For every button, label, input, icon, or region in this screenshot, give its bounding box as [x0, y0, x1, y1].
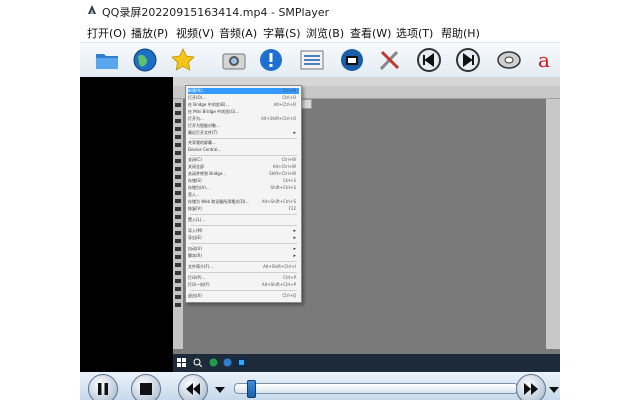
ps-menu-item: 存储(S) Ctrl+S — [188, 178, 296, 183]
windows-start-icon — [177, 358, 186, 367]
toolbar: a — [80, 43, 560, 77]
app-icon — [88, 5, 96, 14]
star-icon[interactable] — [170, 47, 196, 73]
camera-icon[interactable] — [221, 47, 247, 73]
ps-menu-item: 新建(N)... Ctrl+N — [188, 88, 299, 94]
rewind-icon — [186, 383, 200, 395]
ps-menu-item: 打印(P)... Ctrl+P — [188, 275, 296, 280]
disc-icon[interactable] — [496, 47, 522, 73]
ps-menu-item: 关闭全部 Alt+Ctrl+W — [188, 164, 296, 169]
playlist-icon[interactable] — [299, 47, 325, 73]
seek-bar[interactable] — [234, 383, 518, 394]
ps-menu-item: 文件简介(F)... Alt+Shift+Ctrl+I — [188, 264, 296, 269]
info-icon[interactable] — [258, 47, 284, 73]
rewind-button[interactable] — [178, 374, 208, 400]
film-icon[interactable] — [339, 47, 365, 73]
stop-button[interactable] — [131, 374, 161, 400]
menu-browse[interactable]: 浏览(B) — [306, 25, 344, 41]
tools-icon[interactable] — [377, 47, 403, 73]
ps-menu-item: 存储为 Web 和设备所用格式(D)... Alt+Shift+Ctrl+S — [188, 199, 296, 204]
forward-button[interactable] — [516, 374, 546, 400]
stop-icon — [140, 383, 152, 395]
smplayer-window: QQ录屏20220915163414.mp4 - SMPlayer 打开(O) … — [80, 0, 560, 400]
menu-options[interactable]: 选项(T) — [396, 25, 433, 41]
browser-icon — [209, 358, 218, 367]
next-icon[interactable] — [455, 47, 481, 73]
search-icon — [193, 358, 202, 367]
ps-panel-strip — [546, 99, 560, 349]
globe-icon[interactable] — [132, 47, 158, 73]
ps-menu-item: 自动(U) ▸ — [188, 246, 296, 252]
ps-menu-item: 置入(L)... — [188, 217, 206, 222]
pause-icon — [98, 383, 108, 395]
ps-menu-item: 打开为... Alt+Shift+Ctrl+O — [188, 116, 296, 121]
forward-icon — [524, 383, 538, 395]
ps-menu-item: 打开为智能对象... — [188, 123, 220, 128]
video-area[interactable]: 新建(N)... Ctrl+N 打开(O)... Ctrl+O 在 Bridge 中… — [80, 77, 560, 372]
ps-menu-item: 最近打开文件(T) ▸ — [188, 130, 296, 136]
menu-audio[interactable]: 音频(A) — [219, 25, 257, 41]
ps-menu-item: 关闭并转到 Bridge... Shift+Ctrl+W — [188, 171, 296, 176]
ps-taskbar — [173, 354, 560, 372]
video-frame: 新建(N)... Ctrl+N 打开(O)... Ctrl+O 在 Bridge 中… — [173, 77, 560, 372]
menu-video[interactable]: 视频(V) — [176, 25, 214, 41]
ps-menu-item: 共享我的屏幕... — [188, 140, 216, 145]
menu-subtitles[interactable]: 字幕(S) — [263, 25, 301, 41]
ps-toolbox — [173, 99, 183, 349]
ps-menu-item: 打印一份(Y) Alt+Shift+Ctrl+P — [188, 282, 296, 287]
menu-bar: 打开(O) 播放(P) 视频(V) 音频(A) 字幕(S) 浏览(B) 查看(W… — [80, 22, 560, 43]
ps-menu-item: Device Central... — [188, 147, 222, 152]
menu-help[interactable]: 帮助(H) — [441, 25, 480, 41]
ps-menu-item: 恢复(V) F12 — [188, 206, 296, 211]
title-bar: QQ录屏20220915163414.mp4 - SMPlayer — [80, 0, 560, 22]
ps-menu-item: 关闭(C) Ctrl+W — [188, 157, 296, 162]
ps-menu-item: 导入(M) ▸ — [188, 228, 296, 234]
ps-menu-item: 脚本(R) ▸ — [188, 253, 296, 259]
seek-handle[interactable] — [247, 380, 256, 398]
ps-menu-item: 退出(X) Ctrl+Q — [188, 293, 296, 298]
pause-button[interactable] — [88, 374, 118, 400]
menu-open[interactable]: 打开(O) — [87, 25, 126, 41]
ps-menu-item: 存储为(A)... Shift+Ctrl+S — [188, 185, 296, 190]
menu-view[interactable]: 查看(W) — [350, 25, 391, 41]
svg-text:a: a — [538, 48, 550, 72]
ps-menu-item: 导出(E) ▸ — [188, 235, 296, 241]
playback-controls — [80, 372, 560, 400]
ps-file-menu: 新建(N)... Ctrl+N 打开(O)... Ctrl+O 在 Bridge 中… — [185, 85, 302, 303]
vscode-icon — [223, 358, 232, 367]
ps-menu-item: 打开(O)... Ctrl+O — [188, 95, 296, 100]
ps-menu-item: 在 Mini Bridge 中浏览(G)... — [188, 109, 240, 114]
window-title: QQ录屏20220915163414.mp4 - SMPlayer — [102, 6, 330, 19]
photoshop-icon — [237, 358, 246, 367]
previous-icon[interactable] — [416, 47, 442, 73]
forward-dropdown-icon[interactable] — [548, 386, 560, 394]
ps-menu-item: 签入... — [188, 192, 200, 197]
menu-play[interactable]: 播放(P) — [131, 25, 168, 41]
rewind-dropdown-icon[interactable] — [214, 386, 226, 394]
subtitle-icon[interactable]: a — [536, 47, 560, 73]
ps-menu-item: 在 Bridge 中浏览(B)... Alt+Ctrl+O — [188, 102, 296, 107]
folder-icon[interactable] — [94, 47, 120, 73]
